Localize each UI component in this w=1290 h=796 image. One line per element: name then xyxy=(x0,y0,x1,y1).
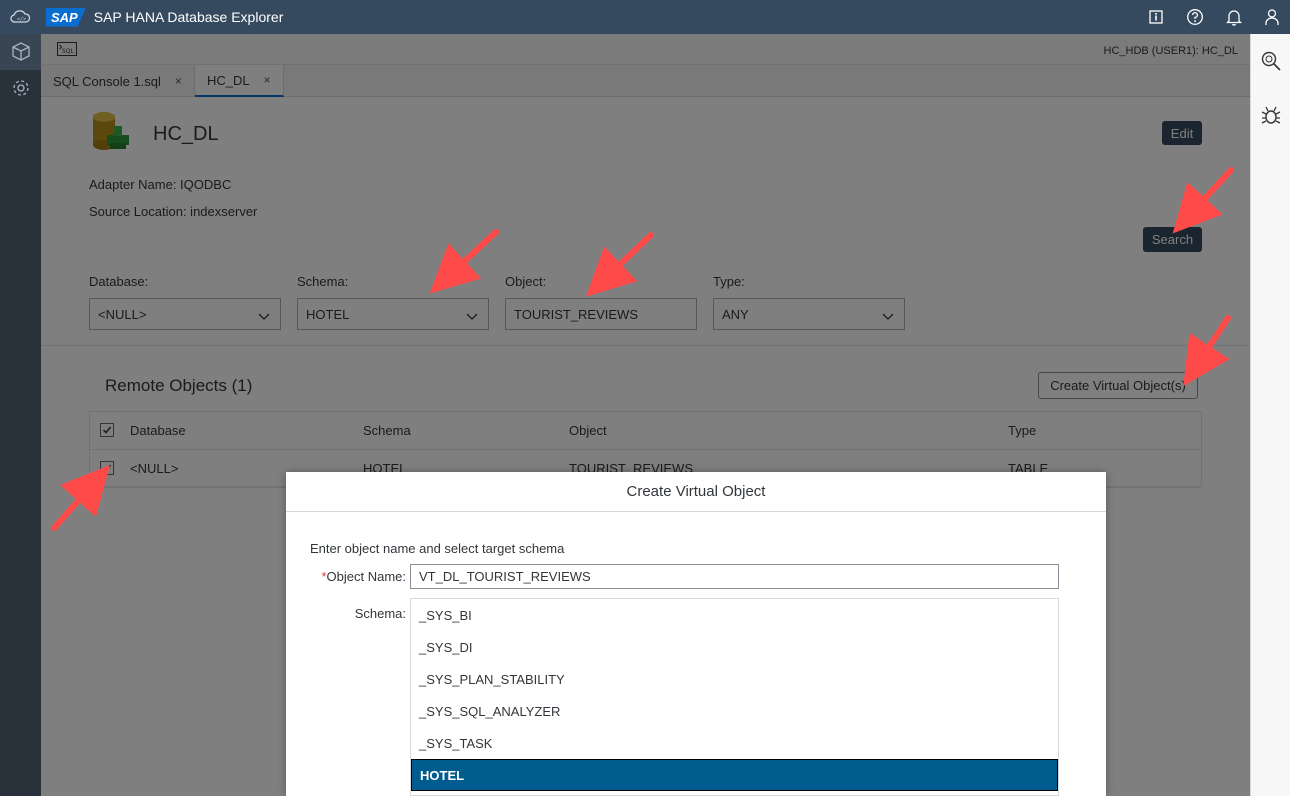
arrow-annotation xyxy=(1183,315,1231,387)
arrow-annotation xyxy=(429,229,499,294)
arrow-annotation xyxy=(1172,167,1234,234)
arrow-annotation xyxy=(585,232,654,297)
arrow-annotation xyxy=(51,465,110,531)
annotation-arrows xyxy=(51,167,1234,531)
